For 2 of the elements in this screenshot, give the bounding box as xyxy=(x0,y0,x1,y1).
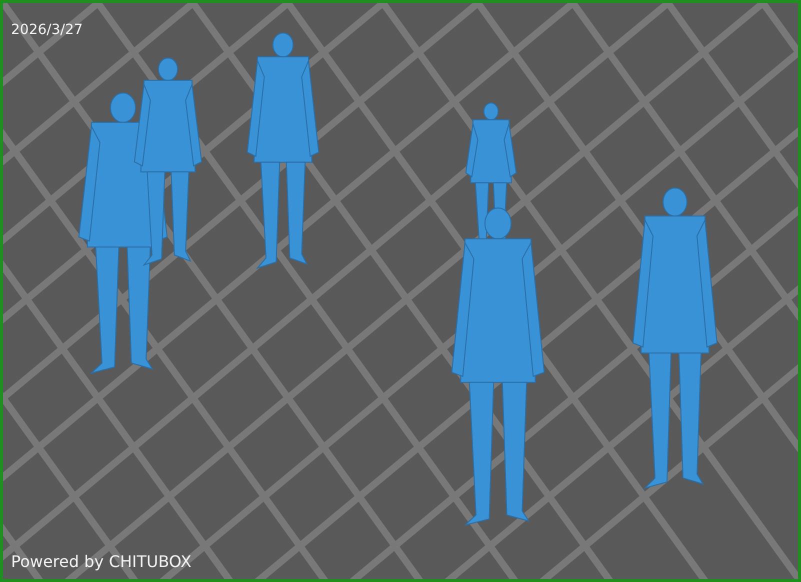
footer-label: Powered by CHITUBOX xyxy=(11,552,192,571)
date-label: 2026/3/27 xyxy=(11,22,83,38)
